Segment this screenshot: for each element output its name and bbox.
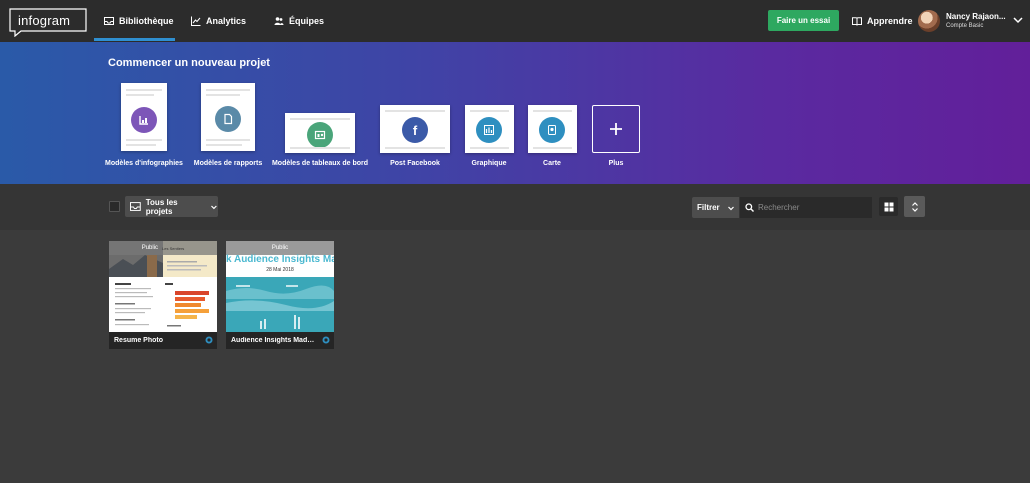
nav-active-indicator [94,38,175,41]
template-facebook-label[interactable]: Post Facebook [390,160,440,167]
trial-button[interactable]: Faire un essai [768,10,839,31]
infogram-logo[interactable]: infogram [9,8,87,38]
template-chart-card[interactable] [465,105,514,153]
template-infographic-label[interactable]: Modèles d'infographies [105,160,183,167]
report-icon [215,106,241,132]
sort-icon [911,201,918,212]
project-name[interactable]: Audience Insights Mada... [231,337,315,344]
user-name[interactable]: Nancy Rajaon... [946,12,1006,21]
facebook-icon: f [402,117,428,143]
chart-icon [476,117,502,143]
project-card-resume-photo[interactable]: Public Les Sentiers Resume Photo [109,241,217,349]
search-input[interactable] [758,203,868,212]
infographic-icon [131,107,157,133]
project-footer: Resume Photo [109,332,217,349]
banner-title: Commencer un nouveau projet [108,57,270,69]
sort-button[interactable] [904,196,925,217]
template-more-label[interactable]: Plus [609,160,624,167]
new-project-banner: Commencer un nouveau projet Modèles d'in… [0,42,1030,184]
template-dashboard-label[interactable]: Modèles de tableaux de bord [272,160,368,167]
project-name[interactable]: Resume Photo [114,337,198,344]
team-icon [274,17,284,25]
top-navigation: infogram Bibliothèque Analytics Équipes … [0,0,1030,42]
chevron-down-icon [211,205,217,209]
line-chart-icon [191,16,201,26]
inbox-icon [104,17,114,25]
nav-equipes[interactable]: Équipes [274,0,324,42]
public-globe-icon [322,336,330,344]
nav-bibliotheque[interactable]: Bibliothèque [104,0,174,42]
thumbnail-date: 28 Mai 2018 [266,267,294,273]
dashboard-icon [307,122,333,148]
template-facebook-card[interactable]: f [380,105,450,153]
template-chart-label[interactable]: Graphique [471,160,506,167]
filter-label: Filtrer [697,203,720,212]
learn-link[interactable]: Apprendre [852,0,913,42]
nav-equipes-label: Équipes [289,16,325,26]
visibility-label: Public [141,245,159,251]
search-box [740,197,872,218]
template-map-label[interactable]: Carte [543,160,561,167]
book-icon [852,16,862,26]
nav-analytics[interactable]: Analytics [191,0,246,42]
template-more-card[interactable] [592,105,640,153]
avatar[interactable] [918,10,940,32]
visibility-badge: Public Les Sentiers [109,241,217,255]
search-icon [745,203,754,212]
inbox-icon [130,202,141,211]
visibility-label: Public [271,245,289,251]
nav-bibliotheque-label: Bibliothèque [119,16,174,26]
select-all-checkbox[interactable] [109,201,120,212]
nav-analytics-label: Analytics [206,16,247,26]
user-plan: Compte Basic [946,23,984,29]
logo-text: infogram [18,13,71,28]
project-thumbnail: Public Les Sentiers [109,241,217,332]
learn-label: Apprendre [867,16,913,26]
project-filter-bar: Tous les projets Filtrer [0,184,1030,230]
all-projects-label: Tous les projets [145,197,178,216]
all-projects-dropdown[interactable]: Tous les projets [125,196,218,217]
project-thumbnail: Public k Audience Insights Mad 28 Mai 20… [226,241,334,332]
template-map-card[interactable] [528,105,577,153]
template-infographic-card[interactable] [121,83,167,151]
project-footer: Audience Insights Mada... [226,332,334,349]
grid-view-button[interactable] [879,197,898,216]
public-globe-icon [205,336,213,344]
template-report-card[interactable] [201,83,255,151]
template-dashboard-card[interactable] [285,113,355,153]
map-icon [539,117,565,143]
plus-icon [610,123,622,135]
filter-dropdown[interactable]: Filtrer [692,197,739,218]
project-card-audience-insights[interactable]: Public k Audience Insights Mad 28 Mai 20… [226,241,334,349]
thumbnail-header-text: Les Sentiers [162,245,185,251]
grid-icon [884,202,893,211]
chevron-down-icon [727,206,734,210]
thumbnail-title: k Audience Insights Mad [226,254,334,265]
visibility-badge: Public [226,241,334,255]
template-report-label[interactable]: Modèles de rapports [194,160,262,167]
chevron-down-icon[interactable] [1012,14,1024,26]
